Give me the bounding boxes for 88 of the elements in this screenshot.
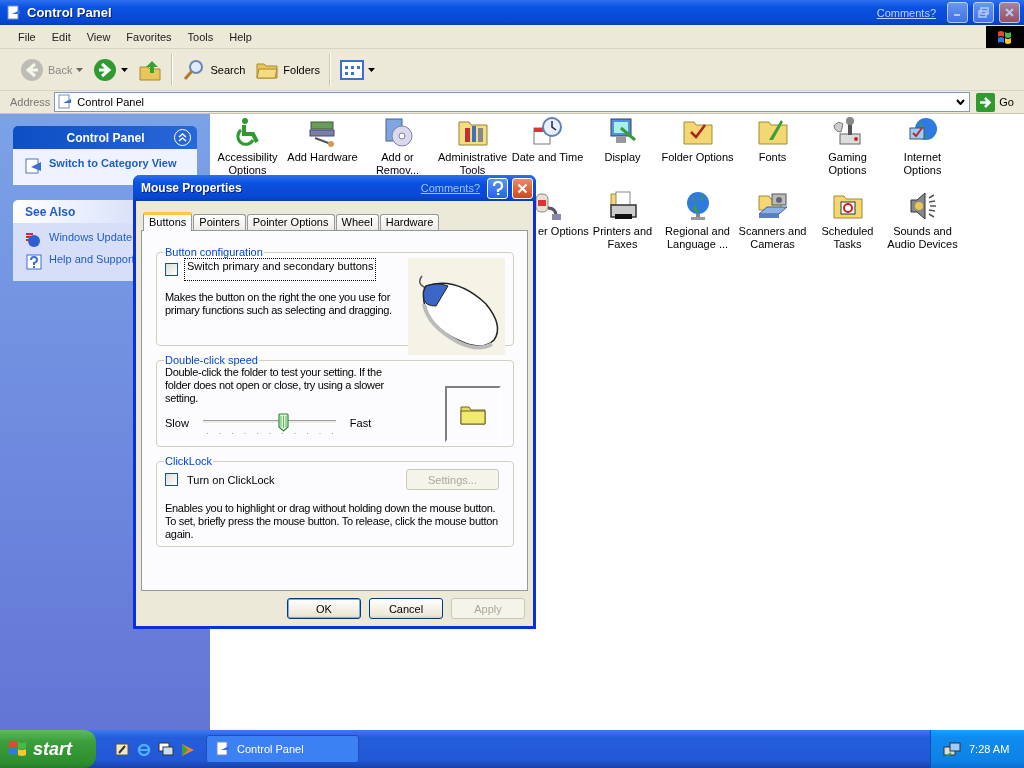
slider-thumb[interactable] [277,413,289,432]
dialog-title: Mouse Properties [141,181,243,195]
minimize-button[interactable] [947,2,968,23]
help-icon [25,253,43,271]
description: Makes the button on the right the one you use for primary functions such as selecting and dragging. [165,291,393,317]
dialog-button[interactable]: OK [287,598,361,619]
clock: 7:28 AM [969,743,1010,755]
item-label[interactable]: Gaming Options [810,151,885,177]
caret-icon [121,67,129,72]
item-label[interactable]: Internet Options [885,151,960,177]
slider-min-label: Slow [165,417,189,429]
item-label[interactable]: Regional and Language ... [660,225,735,251]
go-button[interactable]: Go [974,92,1020,112]
views-icon [340,57,364,82]
comments-link[interactable]: Comments? [420,182,480,194]
window-icon [6,4,22,21]
item-label[interactable]: Folder Options [660,151,735,164]
address-field[interactable]: Control Panel [54,92,971,112]
close-button[interactable] [512,177,533,199]
tab[interactable]: Wheel [335,214,379,230]
dialog-button[interactable]: Cancel [369,598,443,619]
slider-max-label: Fast [349,417,372,429]
tab[interactable]: Pointer Options [246,214,335,230]
item-label[interactable]: Add Hardware [285,151,360,164]
close-icon [1004,7,1015,18]
tab[interactable]: Pointers [193,214,246,230]
menu-item[interactable]: File [10,30,44,43]
task-link[interactable]: Help and Support [49,253,135,265]
folder-icon [460,403,486,425]
item-label[interactable]: Administrative Tools [435,151,510,177]
task-link[interactable]: Windows Update [49,231,133,243]
window-icon [215,741,231,757]
window-stack-icon[interactable] [158,741,174,757]
checkbox[interactable] [165,263,178,276]
description: Enables you to highlight or drag without holding down the mouse button. To set, briefly press the mouse button. To release, click the mouse button again. [165,502,499,541]
checkbox[interactable] [165,473,178,486]
tab[interactable]: Hardware [379,214,440,230]
item-label[interactable]: Date and Time [510,151,585,164]
task-link[interactable]: Switch to Category View [49,157,177,169]
item-label[interactable]: Display [585,151,660,164]
tab[interactable]: Buttons [143,212,193,231]
address-label: Address [10,96,51,108]
browser-icon[interactable] [136,741,152,757]
close-icon [517,182,528,194]
caret-icon [956,99,966,105]
address-value: Control Panel [77,96,145,108]
menu-item[interactable]: Favorites [118,30,180,43]
start-button[interactable]: start [0,730,96,768]
item-label[interactable]: Fonts [735,151,810,164]
caret-icon [76,67,84,72]
section-title: See Also [25,204,77,219]
group-title: Double-click speed [164,354,259,366]
item-label[interactable]: Scanners and Cameras [735,225,810,251]
item-label[interactable]: Add or Remov... [360,151,435,177]
comments-link[interactable]: Comments? [876,6,936,19]
checkbox-label[interactable]: Switch primary and secondary buttons [184,258,377,281]
section-title: Control Panel [65,130,146,145]
restore-icon [978,7,989,18]
switch-view-icon [25,157,43,175]
globe-icon [25,231,43,249]
joystick-icon[interactable] [831,116,864,148]
menu-item[interactable]: Edit [43,30,79,43]
flag-logo [8,740,28,758]
restore-button[interactable] [973,2,994,23]
window-icon [57,94,74,110]
window-title: Control Panel [27,5,113,20]
search-button[interactable]: Search [178,54,250,85]
group-title: Button configuration [164,246,264,258]
help-icon [492,181,503,195]
section-header[interactable]: Control Panel [13,126,197,149]
caret-icon [368,67,375,72]
item-label[interactable]: Scheduled Tasks [810,225,885,251]
item-label[interactable]: Accessibility Options [210,151,285,177]
menu-item[interactable]: View [78,30,119,43]
network-icon[interactable] [943,741,961,757]
item-label[interactable]: Sounds and Audio Devices [885,225,960,251]
folders-button[interactable]: Folders [251,54,324,85]
menu-item[interactable]: Tools [179,30,222,43]
menu-item[interactable]: Help [221,30,260,43]
desktop-icon[interactable] [114,741,130,757]
help-button[interactable] [487,177,508,199]
description: Double-click the folder to test your setting. If the folder does not open or close, try using a slower setting. [165,366,385,405]
taskbar-button[interactable]: Control Panel [206,735,359,763]
clock-icon[interactable] [531,116,564,148]
flag-logo [997,29,1013,44]
close-button[interactable] [999,2,1020,23]
checkbox-label[interactable]: Turn on ClickLock [184,471,278,488]
group-title: ClickLock [164,455,214,467]
